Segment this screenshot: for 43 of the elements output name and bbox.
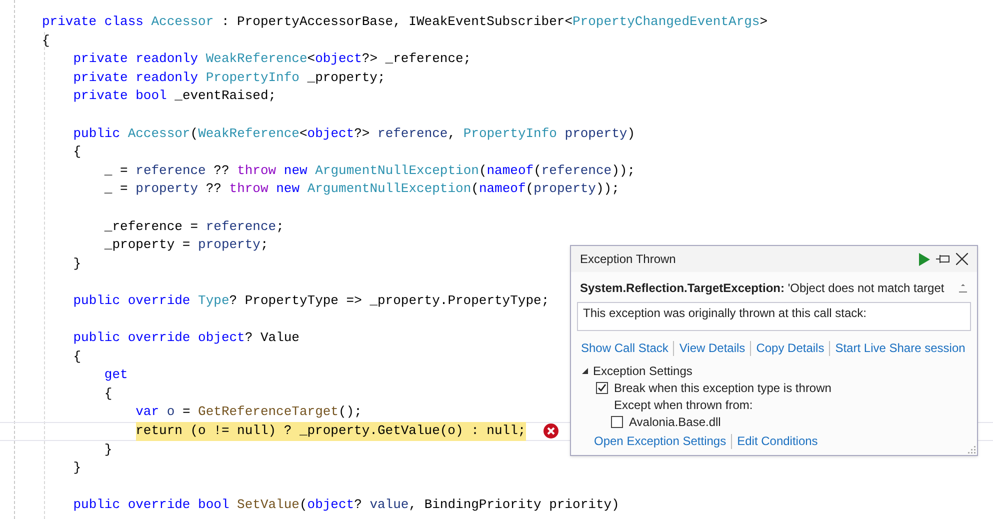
code-line: { <box>104 384 112 403</box>
code-line: } <box>73 459 82 478</box>
code-line: get <box>104 366 128 384</box>
expander-icon[interactable] <box>581 366 589 374</box>
code-line: { <box>42 32 50 50</box>
code-line: private class Accessor : PropertyAccessorBase, IWeakEventSubscriber<PropertyChangedEventArgs> <box>42 13 768 31</box>
code-line: _reference = reference; <box>104 218 284 236</box>
code-line: public override Type? PropertyType => _property.PropertyType; <box>73 292 550 310</box>
code-line: } <box>73 254 82 273</box>
error-icon <box>542 423 559 440</box>
link[interactable]: Copy Details <box>756 339 824 357</box>
code-line: var o = GetReferenceTarget(); <box>136 403 362 422</box>
code-line: } <box>104 440 112 459</box>
link[interactable]: Show Call Stack <box>581 339 668 357</box>
scroll-icon[interactable] <box>959 282 967 294</box>
call-stack-note: This exception was originally thrown at this call stack: <box>583 306 866 320</box>
link[interactable]: View Details <box>679 339 746 357</box>
code-line: public Accessor(WeakReference<object?> reference, PropertyInfo property) <box>73 124 635 143</box>
link[interactable]: Edit Conditions <box>737 432 818 450</box>
section-label: Exception Settings <box>593 362 692 380</box>
checkbox[interactable] <box>611 416 623 428</box>
code-line: { <box>73 348 82 366</box>
code-line: private readonly PropertyInfo _property; <box>73 68 386 87</box>
code-line: { <box>73 143 82 162</box>
checkbox-label: Avalonia.Base.dll <box>629 414 721 430</box>
link[interactable]: Start Live Share session <box>835 339 966 357</box>
code-line: _property = property; <box>104 236 268 254</box>
link[interactable]: Open Exception Settings <box>594 432 726 450</box>
play-icon[interactable] <box>919 252 930 266</box>
code-line: public override bool SetValue(object? value, BindingPriority priority) <box>73 496 620 514</box>
code-line: _ = property ?? throw new ArgumentNullException(nameof(property)); <box>104 180 620 198</box>
pin-icon[interactable] <box>936 254 950 264</box>
resize-grip-icon[interactable] <box>967 445 976 454</box>
code-line: public override object? Value <box>73 329 300 348</box>
checkbox-label: Break when this exception type is thrown <box>614 380 832 396</box>
code-line: _ = reference ?? throw new ArgumentNullException(nameof(reference)); <box>104 162 635 180</box>
code-line: private readonly WeakReference<object?> _reference; <box>73 50 472 68</box>
checkbox[interactable] <box>596 382 608 394</box>
exception-message: System.Reflection.TargetException: 'Object does not match target <box>580 280 944 297</box>
code-line: private bool _eventRaised; <box>73 87 276 106</box>
close-icon[interactable] <box>956 253 968 265</box>
option-label: Except when thrown from: <box>614 396 753 414</box>
popup-title: Exception Thrown <box>580 251 676 268</box>
